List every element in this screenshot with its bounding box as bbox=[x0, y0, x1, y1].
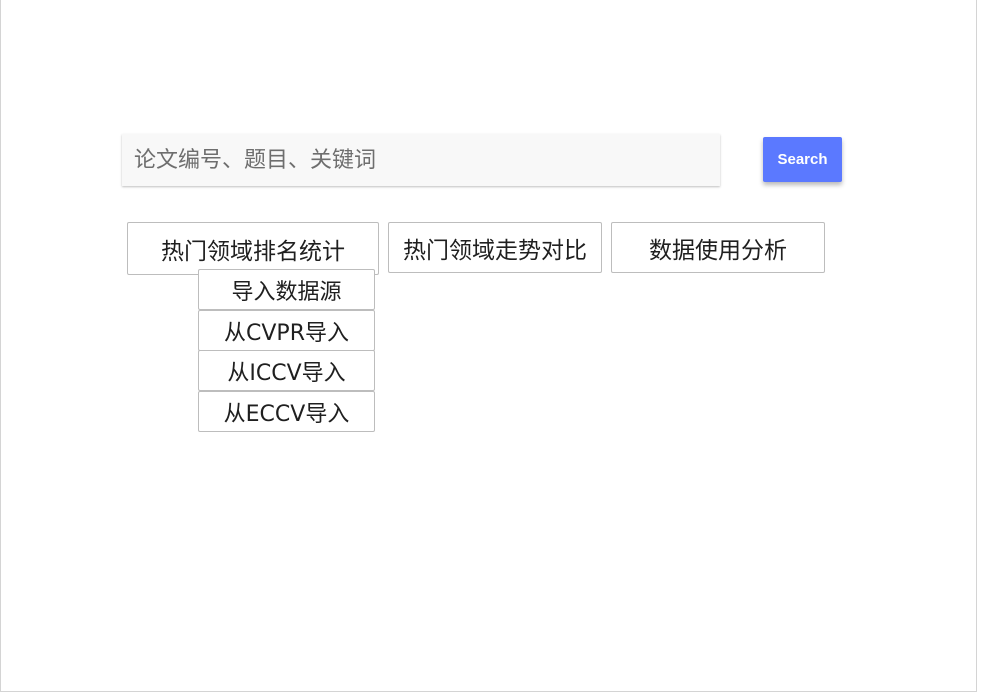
page-frame: Search 热门领域排名统计 热门领域走势对比 数据使用分析 导入数据源 从C… bbox=[0, 0, 977, 692]
hot-field-ranking-button[interactable]: 热门领域排名统计 bbox=[127, 222, 379, 275]
search-button[interactable]: Search bbox=[763, 137, 842, 182]
hot-field-trend-button[interactable]: 热门领域走势对比 bbox=[388, 222, 602, 273]
dropdown-item-import-eccv[interactable]: 从ECCV导入 bbox=[198, 391, 375, 432]
dropdown-item-import-source[interactable]: 导入数据源 bbox=[198, 269, 375, 310]
search-input[interactable] bbox=[122, 134, 720, 186]
dropdown-item-import-cvpr[interactable]: 从CVPR导入 bbox=[198, 310, 375, 351]
dropdown-item-import-iccv[interactable]: 从ICCV导入 bbox=[198, 350, 375, 391]
data-usage-analysis-button[interactable]: 数据使用分析 bbox=[611, 222, 825, 273]
